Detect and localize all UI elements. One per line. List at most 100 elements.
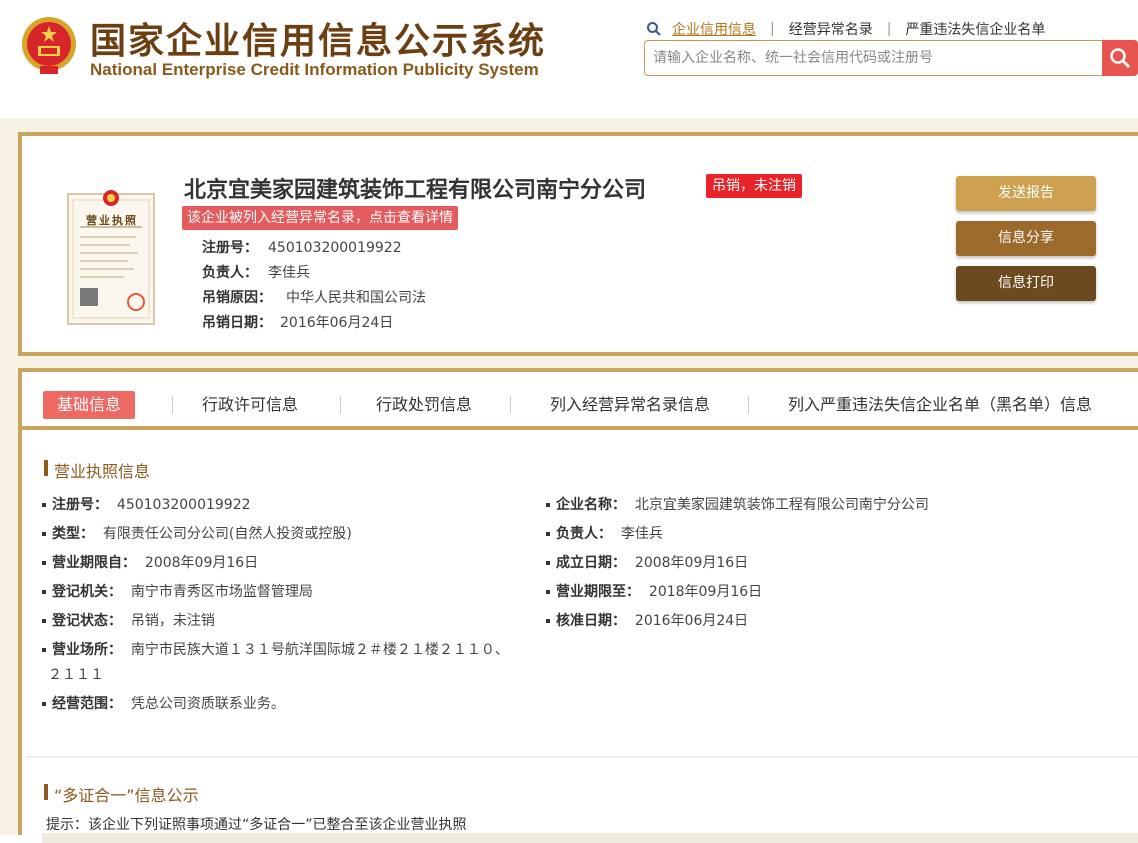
top-nav: 企业信用信息 | 经营异常名录 | 严重违法失信企业名单: [646, 20, 1045, 38]
field-value: ２１１１: [48, 667, 104, 683]
tab-admin-penalty[interactable]: 行政处罚信息: [376, 391, 472, 419]
national-emblem-icon: [22, 17, 76, 74]
card-row-label: 吊销原因：: [202, 290, 272, 306]
card-row-value: 2016年06月24日: [280, 315, 394, 331]
section-divider: [26, 756, 1138, 758]
card-row-value: 李佳兵: [268, 265, 310, 281]
tab-admin-license[interactable]: 行政许可信息: [202, 391, 298, 419]
search-button[interactable]: [1102, 40, 1138, 76]
field-established-date: 成立日期： 2008年09月16日: [546, 552, 748, 572]
tab-separator: [748, 396, 749, 414]
nav-abnormal-list[interactable]: 经营异常名录: [789, 19, 873, 39]
tab-basic-info[interactable]: 基础信息: [43, 391, 136, 419]
company-name: 北京宜美家园建筑装饰工程有限公司南宁分公司: [184, 178, 647, 203]
bullet-dot: [42, 503, 46, 507]
card-row-value: 中华人民共和国公司法: [286, 290, 426, 306]
card-row-label: 吊销日期：: [202, 315, 272, 331]
search-box: [644, 40, 1104, 76]
field-label: 登记机关：: [52, 584, 122, 600]
bullet-dot: [42, 619, 46, 623]
field-registration-no: 注册号： 450103200019922: [42, 494, 251, 514]
field-value: 2018年09月16日: [648, 584, 763, 600]
company-summary-card: 营业执照 北京宜美家园建筑装饰工程有限公司南宁分公司 吊销，未注销 该企业被列入…: [18, 132, 1138, 356]
send-report-button[interactable]: 发送报告: [956, 176, 1096, 211]
field-label: 营业期限至：: [556, 584, 640, 600]
search-input[interactable]: [645, 41, 1103, 75]
field-value: 吊销，未注销: [130, 613, 215, 629]
section-title-license: 营业执照信息: [44, 458, 150, 482]
field-business-address-cont: ２１１１: [48, 664, 104, 684]
field-label: 注册号：: [52, 497, 108, 513]
bullet-dot: [546, 503, 550, 507]
bullet-dot: [42, 648, 46, 652]
search-icon: [1110, 48, 1131, 69]
section-title-multi-cert: “多证合一”信息公示: [44, 782, 199, 806]
card-row-label: 负责人：: [202, 265, 258, 281]
card-row-value: 450103200019922: [268, 240, 402, 256]
field-type: 类型： 有限责任公司分公司(自然人投资或控股): [42, 523, 352, 543]
field-label: 负责人：: [556, 526, 612, 542]
bullet-dot: [42, 561, 46, 565]
tab-bar: 基础信息 行政许可信息 行政处罚信息 列入经营异常名录信息 列入严重违法失信企业…: [22, 372, 1138, 430]
detail-panel: 基础信息 行政许可信息 行政处罚信息 列入经营异常名录信息 列入严重违法失信企业…: [18, 368, 1138, 843]
field-approval-date: 核准日期： 2016年06月24日: [546, 610, 748, 630]
field-label: 登记状态：: [52, 613, 122, 629]
site-title-cn: 国家企业信用信息公示系统: [90, 21, 547, 62]
bullet-dot: [42, 590, 46, 594]
field-value: 凭总公司资质联系业务。: [130, 696, 285, 712]
tab-separator: [340, 396, 341, 414]
nav-credit-info[interactable]: 企业信用信息: [672, 19, 756, 39]
field-label: 类型：: [52, 526, 94, 542]
field-label: 核准日期：: [556, 613, 626, 629]
card-row-principal: 负责人： 李佳兵: [202, 262, 310, 282]
field-value: 南宁市青秀区市场监督管理局: [130, 584, 313, 600]
bullet-dot: [42, 702, 46, 706]
field-registration-authority: 登记机关： 南宁市青秀区市场监督管理局: [42, 581, 313, 601]
field-value: 2008年09月16日: [144, 555, 259, 571]
status-badge: 吊销，未注销: [706, 174, 802, 198]
field-value: 李佳兵: [620, 526, 663, 542]
share-info-button[interactable]: 信息分享: [956, 221, 1096, 256]
tab-separator: [172, 396, 173, 414]
field-value: 450103200019922: [116, 497, 251, 513]
field-term-from: 营业期限自： 2008年09月16日: [42, 552, 258, 572]
field-term-to: 营业期限至： 2018年09月16日: [546, 581, 762, 601]
search-icon: [647, 22, 661, 36]
field-value: 南宁市民族大道１３１号航洋国际城２＃楼２１楼２１１０、: [130, 642, 509, 658]
tab-abnormal-list[interactable]: 列入经营异常名录信息: [550, 391, 710, 419]
card-row-revoke-date: 吊销日期： 2016年06月24日: [202, 312, 393, 332]
field-registration-status: 登记状态： 吊销，未注销: [42, 610, 215, 630]
field-label: 营业场所：: [52, 642, 122, 658]
card-row-label: 注册号：: [202, 240, 258, 256]
field-principal: 负责人： 李佳兵: [546, 523, 663, 543]
nav-separator: |: [770, 21, 775, 37]
nav-separator: |: [886, 21, 892, 37]
print-info-button[interactable]: 信息打印: [956, 266, 1096, 301]
field-value: 有限责任公司分公司(自然人投资或控股): [102, 526, 352, 542]
field-label: 经营范围：: [52, 696, 122, 712]
field-business-scope: 经营范围： 凭总公司资质联系业务。: [42, 693, 285, 713]
tab-separator: [510, 396, 511, 414]
field-value: 2008年09月16日: [634, 555, 749, 571]
field-label: 营业期限自：: [52, 555, 136, 571]
field-label: 企业名称：: [556, 497, 626, 513]
field-value: 北京宜美家园建筑装饰工程有限公司南宁分公司: [634, 497, 929, 513]
business-license-icon[interactable]: [66, 188, 156, 328]
card-row-registration-no: 注册号： 450103200019922: [202, 237, 402, 257]
bullet-dot: [42, 532, 46, 536]
license-thumb-caption: 营业执照: [86, 214, 138, 227]
bullet-dot: [546, 532, 550, 536]
field-business-address: 营业场所： 南宁市民族大道１３１号航洋国际城２＃楼２１楼２１１０、: [42, 639, 509, 659]
site-title-en: National Enterprise Credit Information P…: [90, 60, 539, 79]
site-header: 国家企业信用信息公示系统 National Enterprise Credit …: [0, 0, 1138, 118]
field-label: 成立日期：: [556, 555, 626, 571]
abnormal-list-notice[interactable]: 该企业被列入经营异常名录，点击查看详情: [182, 206, 458, 230]
card-row-revoke-reason: 吊销原因： 中华人民共和国公司法: [202, 287, 426, 307]
bullet-dot: [546, 590, 550, 594]
field-value: 2016年06月24日: [634, 613, 749, 629]
tab-blacklist[interactable]: 列入严重违法失信企业名单（黑名单）信息: [788, 391, 1092, 419]
bullet-dot: [546, 561, 550, 565]
nav-blacklist[interactable]: 严重违法失信企业名单: [905, 19, 1045, 39]
multi-cert-hint: 提示：该企业下列证照事项通过“多证合一”已整合至该企业营业执照: [46, 817, 467, 833]
bullet-dot: [546, 619, 550, 623]
